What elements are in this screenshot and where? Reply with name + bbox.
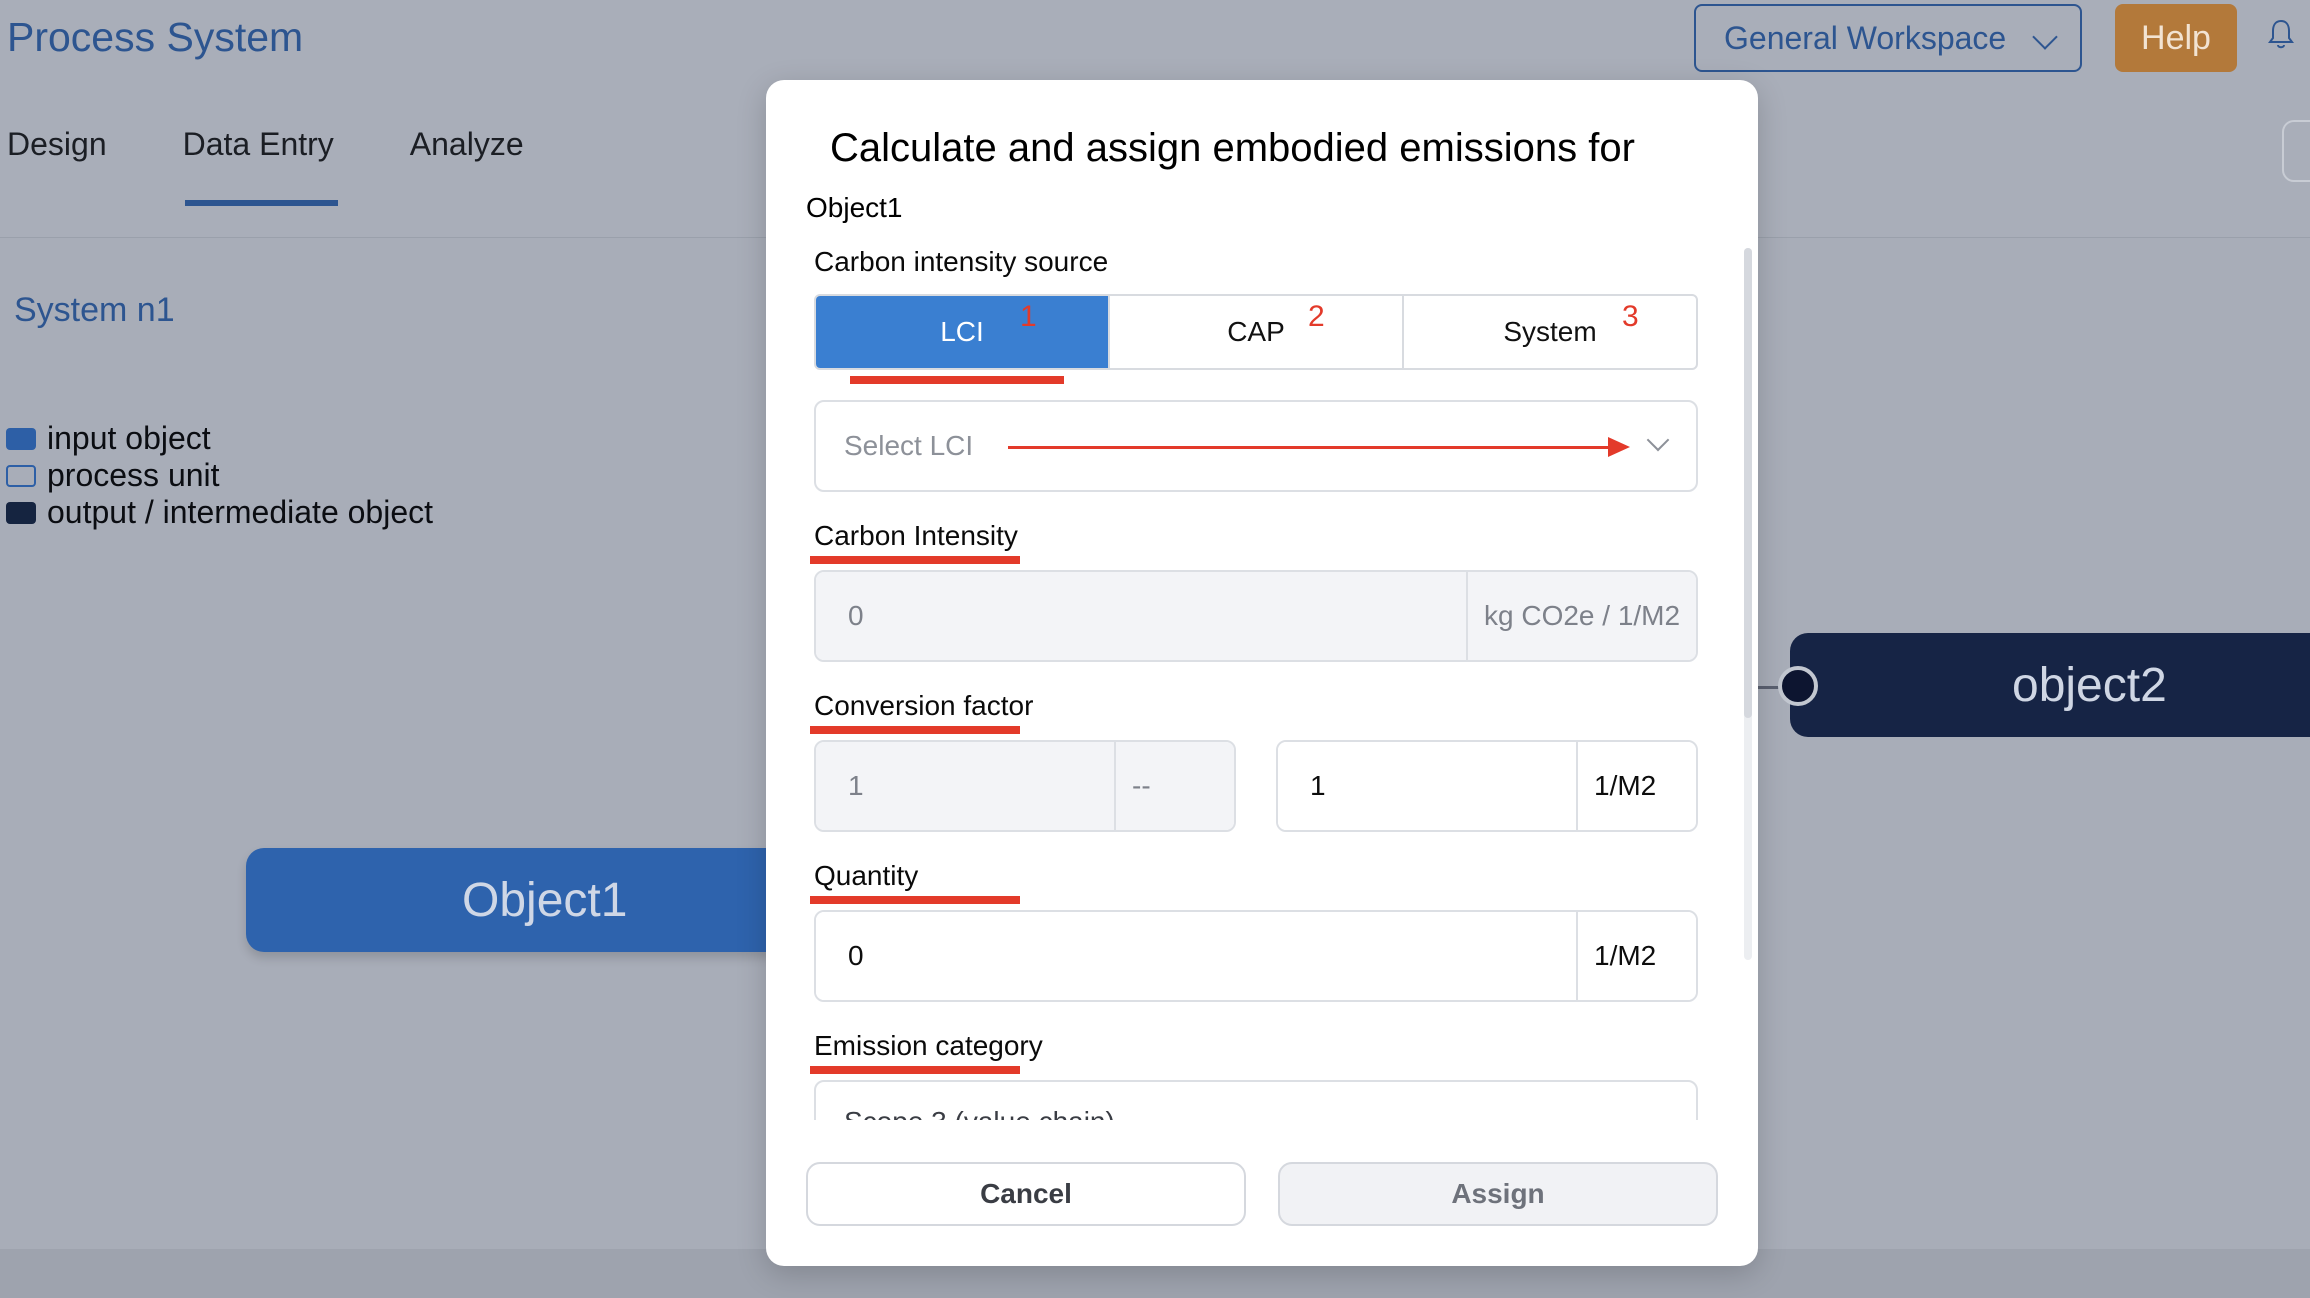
carbon-intensity-value[interactable]: 0 xyxy=(816,572,1466,660)
annotation-number: 1 xyxy=(1020,300,1037,333)
tab-design[interactable]: Design xyxy=(0,126,114,206)
main-tabs: Design Data Entry Analyze xyxy=(0,126,593,206)
dialog-subtitle: Object1 xyxy=(806,192,903,223)
node-label: object2 xyxy=(2012,658,2167,712)
help-button[interactable]: Help xyxy=(2115,4,2237,72)
annotation-underline xyxy=(810,1066,1020,1074)
conversion-to-value[interactable]: 1 xyxy=(1278,742,1576,830)
annotation-underline xyxy=(810,556,1020,564)
chevron-down-icon xyxy=(1646,428,1670,452)
workspace-select[interactable]: General Workspace xyxy=(1694,4,2082,72)
legend: input object process unit output / inter… xyxy=(6,420,433,531)
active-tab-indicator xyxy=(185,200,338,206)
legend-label: process unit xyxy=(47,457,220,493)
legend-label: output / intermediate object xyxy=(47,494,434,530)
option-label: System xyxy=(1503,316,1597,347)
quantity-label: Quantity xyxy=(814,860,919,891)
node-object2[interactable]: object2 xyxy=(1790,633,2310,737)
lci-select-placeholder: Select LCI xyxy=(844,430,974,461)
carbon-source-label: Carbon intensity source xyxy=(814,246,1109,277)
carbon-source-toggle: LCI 1 CAP 2 System 3 xyxy=(814,294,1698,370)
annotation-arrow xyxy=(1008,446,1612,449)
legend-item-input: input object xyxy=(6,420,433,457)
tab-analyze[interactable]: Analyze xyxy=(403,126,531,206)
legend-item-output: output / intermediate object xyxy=(6,494,433,531)
annotation-underline xyxy=(810,896,1020,904)
option-label: LCI xyxy=(940,316,984,347)
source-option-lci[interactable]: LCI 1 xyxy=(816,296,1110,368)
quantity-field[interactable]: 0 1/M2 xyxy=(814,910,1698,1002)
annotation-number: 2 xyxy=(1308,300,1325,333)
side-panel-toggle[interactable] xyxy=(2282,120,2310,182)
assign-emissions-dialog: Calculate and assign embodied emissions … xyxy=(766,80,1758,1266)
assign-button[interactable]: Assign xyxy=(1278,1162,1718,1226)
quantity-unit: 1/M2 xyxy=(1576,912,1696,1000)
annotation-underline xyxy=(850,376,1064,384)
option-label: CAP xyxy=(1227,316,1285,347)
emission-category-select[interactable]: Scope 3 (value chain) xyxy=(814,1080,1698,1120)
conversion-from-field[interactable]: 1 -- xyxy=(814,740,1236,832)
workspace-select-value: General Workspace xyxy=(1724,19,2007,56)
conversion-from-value[interactable]: 1 xyxy=(816,742,1114,830)
cancel-button[interactable]: Cancel xyxy=(806,1162,1246,1226)
dialog-title: Calculate and assign embodied emissions … xyxy=(830,126,1635,170)
legend-item-process: process unit xyxy=(6,457,433,494)
tab-data-entry[interactable]: Data Entry xyxy=(176,126,341,206)
emission-category-label: Emission category xyxy=(814,1030,1043,1061)
node-object1[interactable]: Object1 xyxy=(246,848,846,952)
conversion-from-unit: -- xyxy=(1114,742,1234,830)
carbon-intensity-field[interactable]: 0 kg CO2e / 1/M2 xyxy=(814,570,1698,662)
annotation-underline xyxy=(810,726,1020,734)
input-swatch-icon xyxy=(6,427,36,450)
conversion-factor-label: Conversion factor xyxy=(814,690,1034,721)
carbon-intensity-unit: kg CO2e / 1/M2 xyxy=(1466,572,1696,660)
bell-icon[interactable] xyxy=(2268,18,2294,50)
quantity-value[interactable]: 0 xyxy=(816,912,1576,1000)
legend-label: input object xyxy=(47,420,211,456)
chevron-down-icon xyxy=(2032,24,2058,50)
node-input-port[interactable] xyxy=(1778,666,1818,706)
annotation-arrow-head xyxy=(1608,437,1630,457)
app-title: Process System xyxy=(7,14,304,60)
source-option-system[interactable]: System 3 xyxy=(1404,296,1696,368)
source-option-cap[interactable]: CAP 2 xyxy=(1110,296,1404,368)
emission-category-value: Scope 3 (value chain) xyxy=(814,1080,1698,1120)
annotation-number: 3 xyxy=(1622,300,1639,333)
system-name: System n1 xyxy=(14,291,175,329)
scrollbar-thumb[interactable] xyxy=(1744,248,1752,718)
conversion-to-unit: 1/M2 xyxy=(1576,742,1696,830)
node-label: Object1 xyxy=(462,873,628,927)
output-swatch-icon xyxy=(6,501,36,524)
carbon-intensity-label: Carbon Intensity xyxy=(814,520,1018,551)
conversion-to-field[interactable]: 1 1/M2 xyxy=(1276,740,1698,832)
process-swatch-icon xyxy=(6,464,36,487)
